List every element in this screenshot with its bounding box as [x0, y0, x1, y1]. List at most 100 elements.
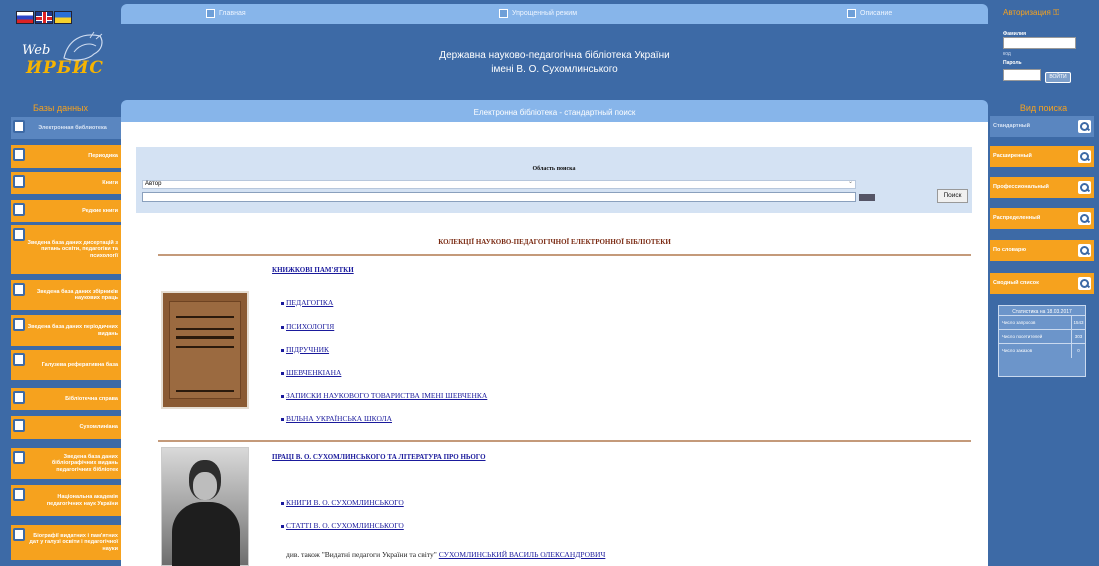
database-icon: [13, 488, 25, 501]
see-also-line: див. також "Видатні педагоги України та …: [286, 550, 605, 559]
search-panel: Область поиска Автор Поиск: [136, 147, 972, 213]
databases-title: Базы данных: [32, 103, 89, 113]
left-column: Web ИРБИС Базы данных Электронная библио…: [0, 0, 121, 566]
left-menu-item[interactable]: Зведена база даних збірників наукових пр…: [11, 280, 121, 310]
left-menu-item[interactable]: Зведена база даних бібліографічних видан…: [11, 448, 121, 479]
left-menu-item[interactable]: Біографії видатних і пам'ятних дат у гал…: [11, 525, 121, 560]
stat-value: 1543: [1071, 315, 1085, 330]
search-area-label: Область поиска: [532, 166, 576, 172]
left-menu-item[interactable]: Бібліотечна справа: [11, 388, 121, 410]
search-type-item[interactable]: Распределенный: [990, 208, 1094, 229]
divider: [158, 440, 971, 442]
collection-link[interactable]: ПСИХОЛОГІЯ: [286, 322, 334, 331]
virtual-keyboard-icon[interactable]: [859, 194, 875, 201]
search-icon[interactable]: [1078, 150, 1091, 163]
left-menu-item-label: Національна академія педагогічних наук У…: [46, 494, 118, 507]
bullet-icon: [281, 372, 284, 375]
left-menu-item-label: Зведена база даних бібліографічних видан…: [51, 453, 118, 473]
left-menu-item[interactable]: Сухомлиніана: [11, 416, 121, 439]
search-icon[interactable]: [1078, 120, 1091, 133]
database-icon: [13, 419, 25, 432]
search-button[interactable]: Поиск: [937, 189, 968, 203]
main-content: Область поиска Автор Поиск КОЛЕКЦІЇ НАУК…: [121, 122, 988, 566]
collection-link[interactable]: ШЕВЧЕНКІАНА: [286, 368, 341, 377]
english-flag-icon[interactable]: [35, 11, 53, 24]
database-icon: [13, 528, 25, 541]
left-menu-item-label: Зведена база даних періодичних видань: [27, 324, 118, 337]
russian-flag-icon[interactable]: [16, 11, 34, 24]
search-icon[interactable]: [1078, 181, 1091, 194]
search-type-label: Распределенный: [993, 215, 1041, 221]
left-menu-item[interactable]: Электронная библиотека: [11, 117, 121, 139]
search-type-label: Профессиональный: [993, 184, 1049, 190]
left-menu-item[interactable]: Національна академія педагогічних наук У…: [11, 485, 121, 516]
database-icon: [13, 451, 25, 464]
stat-label: Число заказов: [1002, 348, 1033, 353]
search-icon[interactable]: [1078, 212, 1091, 225]
menu-simple-mode[interactable]: Упрощенный режим: [499, 9, 577, 18]
database-icon: [13, 148, 25, 161]
see-also-prefix: див. також "Видатні педагоги України та …: [286, 550, 437, 559]
section-sukhomlynsky-link[interactable]: ПРАЦІ В. О. СУХОМЛИНСЬКОГО ТА ЛІТЕРАТУРА…: [272, 453, 486, 461]
code-hint: код: [1003, 51, 1011, 57]
description-icon: [847, 9, 856, 18]
search-type-title: Вид поиска: [1019, 103, 1068, 113]
collection-link[interactable]: ПЕДАГОГІКА: [286, 298, 333, 307]
stat-label: Число посетителей: [1002, 334, 1043, 339]
stat-label: Число запросов: [1002, 320, 1036, 325]
database-icon: [13, 228, 25, 241]
menu-description-label: Описание: [860, 10, 893, 17]
search-field-select[interactable]: Автор: [142, 179, 856, 189]
left-menu-item[interactable]: Зведена база даних дисертацій з питань о…: [11, 225, 121, 274]
library-name-line1: Державна науково-педагогічна бібліотека …: [439, 50, 670, 61]
menu-home[interactable]: Главная: [206, 9, 246, 18]
left-menu-item[interactable]: Редкие книги: [11, 200, 121, 222]
bullet-icon: [281, 525, 284, 528]
search-input[interactable]: [142, 192, 856, 202]
main-title: Електронна бібліотека - стандартный поис…: [121, 100, 988, 122]
bullet-icon: [281, 326, 284, 329]
section-rare-books-link[interactable]: КНИЖКОВІ ПАМ'ЯТКИ: [272, 266, 354, 274]
ukrainian-flag-icon[interactable]: [54, 11, 72, 24]
library-name-line2: імені В. О. Сухомлинського: [491, 64, 618, 75]
search-type-label: Расширенный: [993, 153, 1032, 159]
bullet-icon: [281, 502, 284, 505]
collection-link[interactable]: КНИГИ В. О. СУХОМЛИНСЬКОГО: [286, 498, 404, 507]
search-icon[interactable]: [1078, 277, 1091, 290]
search-type-item[interactable]: Профессиональный: [990, 177, 1094, 198]
collection-link[interactable]: ЗАПИСКИ НАУКОВОГО ТОВАРИСТВА ІМЕНІ ШЕВЧЕ…: [286, 391, 487, 400]
collection-link[interactable]: ВІЛЬНА УКРАЇНСЬКА ШКОЛА: [286, 414, 392, 423]
statistics-panel: Статистика на 18.03.2017 Число запросов 1…: [998, 305, 1086, 377]
language-flags: [16, 11, 72, 24]
left-menu-item-label: Электронная библиотека: [38, 124, 107, 131]
search-type-item[interactable]: Расширенный: [990, 146, 1094, 167]
collection-link[interactable]: СТАТТІ В. О. СУХОМЛИНСЬКОГО: [286, 521, 404, 530]
search-type-label: Стандартный: [993, 123, 1030, 129]
password-input[interactable]: [1003, 69, 1041, 81]
sukhomlynsky-biography-link[interactable]: СУХОМЛИНСЬКИЙ ВАСИЛЬ ОЛЕКСАНДРОВИЧ: [439, 550, 606, 559]
left-menu-item[interactable]: Зведена база даних періодичних видань: [11, 315, 121, 346]
web-irbis-logo[interactable]: Web ИРБИС: [20, 30, 110, 80]
search-type-item[interactable]: Стандартный: [990, 116, 1094, 137]
collection-link[interactable]: ПІДРУЧНИК: [286, 345, 329, 354]
surname-input[interactable]: [1003, 37, 1076, 49]
left-menu-item-label: Зведена база даних збірників наукових пр…: [36, 288, 118, 302]
simple-mode-icon: [499, 9, 508, 18]
left-menu-item[interactable]: Периодика: [11, 145, 121, 168]
search-type-item[interactable]: По словарю: [990, 240, 1094, 261]
auth-title: Авторизация ⚿: [1003, 8, 1060, 17]
password-label: Пароль: [1003, 60, 1022, 66]
bullet-icon: [281, 395, 284, 398]
search-icon[interactable]: [1078, 244, 1091, 257]
stat-value: 303: [1071, 329, 1085, 344]
left-menu-item-label: Редкие книги: [82, 207, 118, 214]
left-menu-item[interactable]: Книги: [11, 172, 121, 194]
top-menu: Главная Упрощенный режим Описание: [121, 4, 988, 24]
bullet-icon: [281, 418, 284, 421]
menu-description[interactable]: Описание: [847, 9, 892, 18]
database-icon: [13, 318, 25, 331]
left-menu-item[interactable]: Галузева реферативна база: [11, 350, 121, 380]
login-button[interactable]: ВОЙТИ: [1045, 72, 1071, 83]
left-menu-item-label: Біографії видатних і пам'ятних дат у гал…: [29, 532, 118, 552]
search-type-item[interactable]: Сводный список: [990, 273, 1094, 294]
